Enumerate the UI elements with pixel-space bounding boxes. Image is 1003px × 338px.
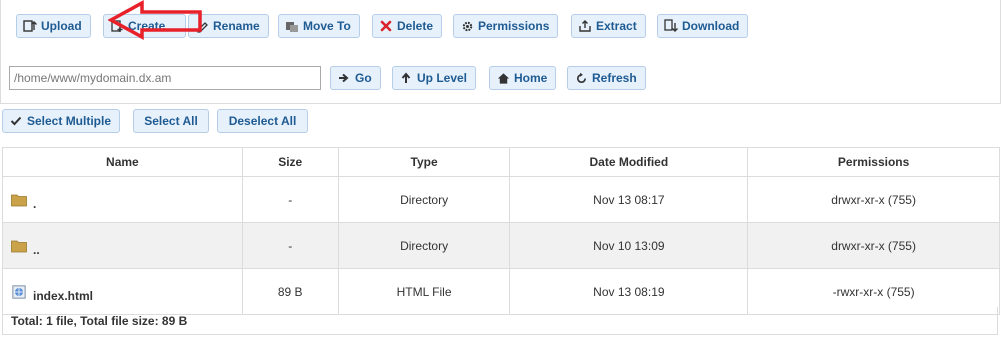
deselect-all-button[interactable]: Deselect All	[217, 109, 308, 133]
refresh-button[interactable]: Refresh	[567, 66, 646, 90]
gear-icon	[460, 19, 474, 33]
file-type: Directory	[337, 222, 511, 269]
extract-icon	[578, 19, 592, 33]
select-multiple-button[interactable]: Select Multiple	[2, 109, 121, 133]
table-footer-summary: Total: 1 file, Total file size: 89 B	[2, 307, 998, 335]
arrow-up-icon	[399, 71, 413, 85]
download-button[interactable]: Download	[657, 14, 749, 38]
table-row[interactable]: .. - Directory Nov 10 13:09 drwxr-xr-x (…	[2, 222, 1000, 269]
home-button[interactable]: Home	[489, 66, 557, 90]
folder-icon	[11, 240, 27, 252]
move-icon	[285, 19, 299, 33]
file-type: Directory	[337, 176, 511, 223]
check-icon	[9, 114, 23, 128]
extract-button[interactable]: Extract	[571, 14, 646, 38]
file-name[interactable]: index.html	[33, 289, 93, 303]
permissions-button[interactable]: Permissions	[453, 14, 559, 38]
delete-icon	[379, 19, 393, 33]
file-size: -	[241, 176, 339, 223]
file-name[interactable]: .	[33, 197, 36, 211]
html-file-icon	[12, 284, 26, 299]
table-row[interactable]: . - Directory Nov 13 08:17 drwxr-xr-x (7…	[2, 176, 1000, 223]
home-icon	[496, 71, 510, 85]
file-name-cell: ..	[2, 222, 243, 269]
file-date: Nov 13 08:17	[509, 176, 749, 223]
up-level-button[interactable]: Up Level	[392, 66, 477, 90]
file-permissions: drwxr-xr-x (755)	[747, 176, 1000, 223]
select-all-button[interactable]: Select All	[133, 109, 209, 133]
upload-button[interactable]: Upload	[16, 14, 91, 38]
refresh-icon	[574, 71, 588, 85]
go-button[interactable]: Go	[330, 66, 381, 90]
file-table: Name Size Type Date Modified Permissions…	[2, 147, 1000, 315]
file-date: Nov 10 13:09	[509, 222, 749, 269]
file-size: -	[241, 222, 339, 269]
annotation-arrow-icon	[108, 0, 202, 40]
folder-icon	[11, 194, 27, 206]
download-icon	[664, 19, 678, 33]
column-header-date-modified[interactable]: Date Modified	[509, 147, 749, 177]
column-header-permissions[interactable]: Permissions	[747, 147, 1000, 177]
move-to-button[interactable]: Move To	[278, 14, 360, 38]
file-name-cell: .	[2, 176, 243, 223]
column-header-size[interactable]: Size	[241, 147, 339, 177]
file-name[interactable]: ..	[33, 243, 40, 257]
column-header-type[interactable]: Type	[337, 147, 511, 177]
delete-button[interactable]: Delete	[372, 14, 443, 38]
file-permissions: drwxr-xr-x (755)	[747, 222, 1000, 269]
table-header-row: Name Size Type Date Modified Permissions	[2, 147, 1000, 177]
arrow-right-icon	[337, 71, 351, 85]
column-header-name[interactable]: Name	[2, 147, 243, 177]
upload-icon	[23, 19, 37, 33]
path-input[interactable]	[9, 66, 321, 90]
